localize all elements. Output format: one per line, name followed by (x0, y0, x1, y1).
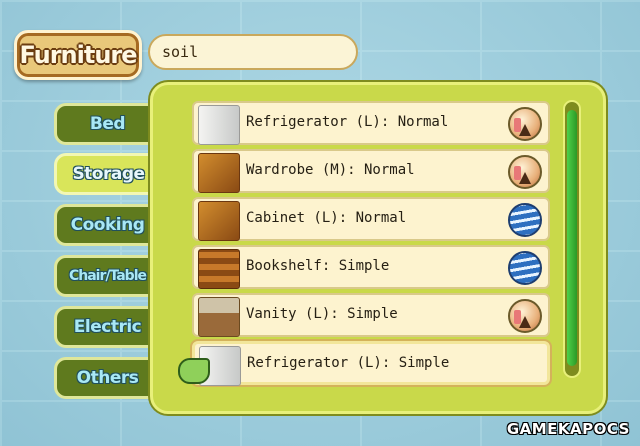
tab-label: Storage (72, 164, 145, 184)
list-item[interactable]: Vanity (L): Simple (192, 293, 550, 337)
list-item-selected[interactable]: Refrigerator (L): Simple (192, 341, 550, 386)
tab-bed[interactable]: Bed (54, 103, 158, 145)
wardrobe-icon (198, 153, 240, 193)
water-element-icon (508, 203, 542, 237)
item-label: Refrigerator (L): Normal (246, 114, 449, 130)
list-item[interactable]: Bookshelf: Simple (192, 245, 550, 289)
tab-others[interactable]: Others (54, 357, 158, 399)
tab-label: Others (76, 368, 139, 388)
page-title: Furniture (19, 41, 137, 69)
list-item[interactable]: Cabinet (L): Normal (192, 197, 550, 241)
tab-label: Electric (73, 317, 142, 337)
earth-element-icon (508, 107, 542, 141)
scrollbar[interactable] (563, 100, 581, 378)
bookshelf-icon (198, 249, 240, 289)
list-item[interactable]: Wardrobe (M): Normal (192, 149, 550, 193)
earth-element-icon (508, 155, 542, 189)
list-item[interactable]: Refrigerator (L): Normal (192, 101, 550, 145)
tab-label: Bed (89, 114, 126, 134)
tab-label: Chair/Table (68, 268, 147, 284)
water-element-icon (508, 251, 542, 285)
item-label: Vanity (L): Simple (246, 306, 398, 322)
tab-electric[interactable]: Electric (54, 306, 158, 348)
cabinet-icon (198, 201, 240, 241)
vanity-icon (198, 297, 240, 337)
item-label: Bookshelf: Simple (246, 258, 390, 274)
refrigerator-icon (198, 105, 240, 145)
pointer-hand-icon (178, 358, 210, 384)
title-badge: Furniture (14, 30, 142, 80)
earth-element-icon (508, 299, 542, 333)
tab-storage[interactable]: Storage (54, 153, 160, 195)
item-label: Wardrobe (M): Normal (246, 162, 415, 178)
watermark: GAMEKAPOCS (506, 420, 630, 438)
tab-label: Cooking (70, 215, 145, 235)
tab-chair-table[interactable]: Chair/Table (54, 255, 158, 297)
scrollbar-thumb[interactable] (567, 110, 577, 366)
tab-cooking[interactable]: Cooking (54, 204, 158, 246)
item-label: Cabinet (L): Normal (246, 210, 407, 226)
item-label: Refrigerator (L): Simple (247, 355, 450, 371)
name-input[interactable]: soil (148, 34, 358, 70)
